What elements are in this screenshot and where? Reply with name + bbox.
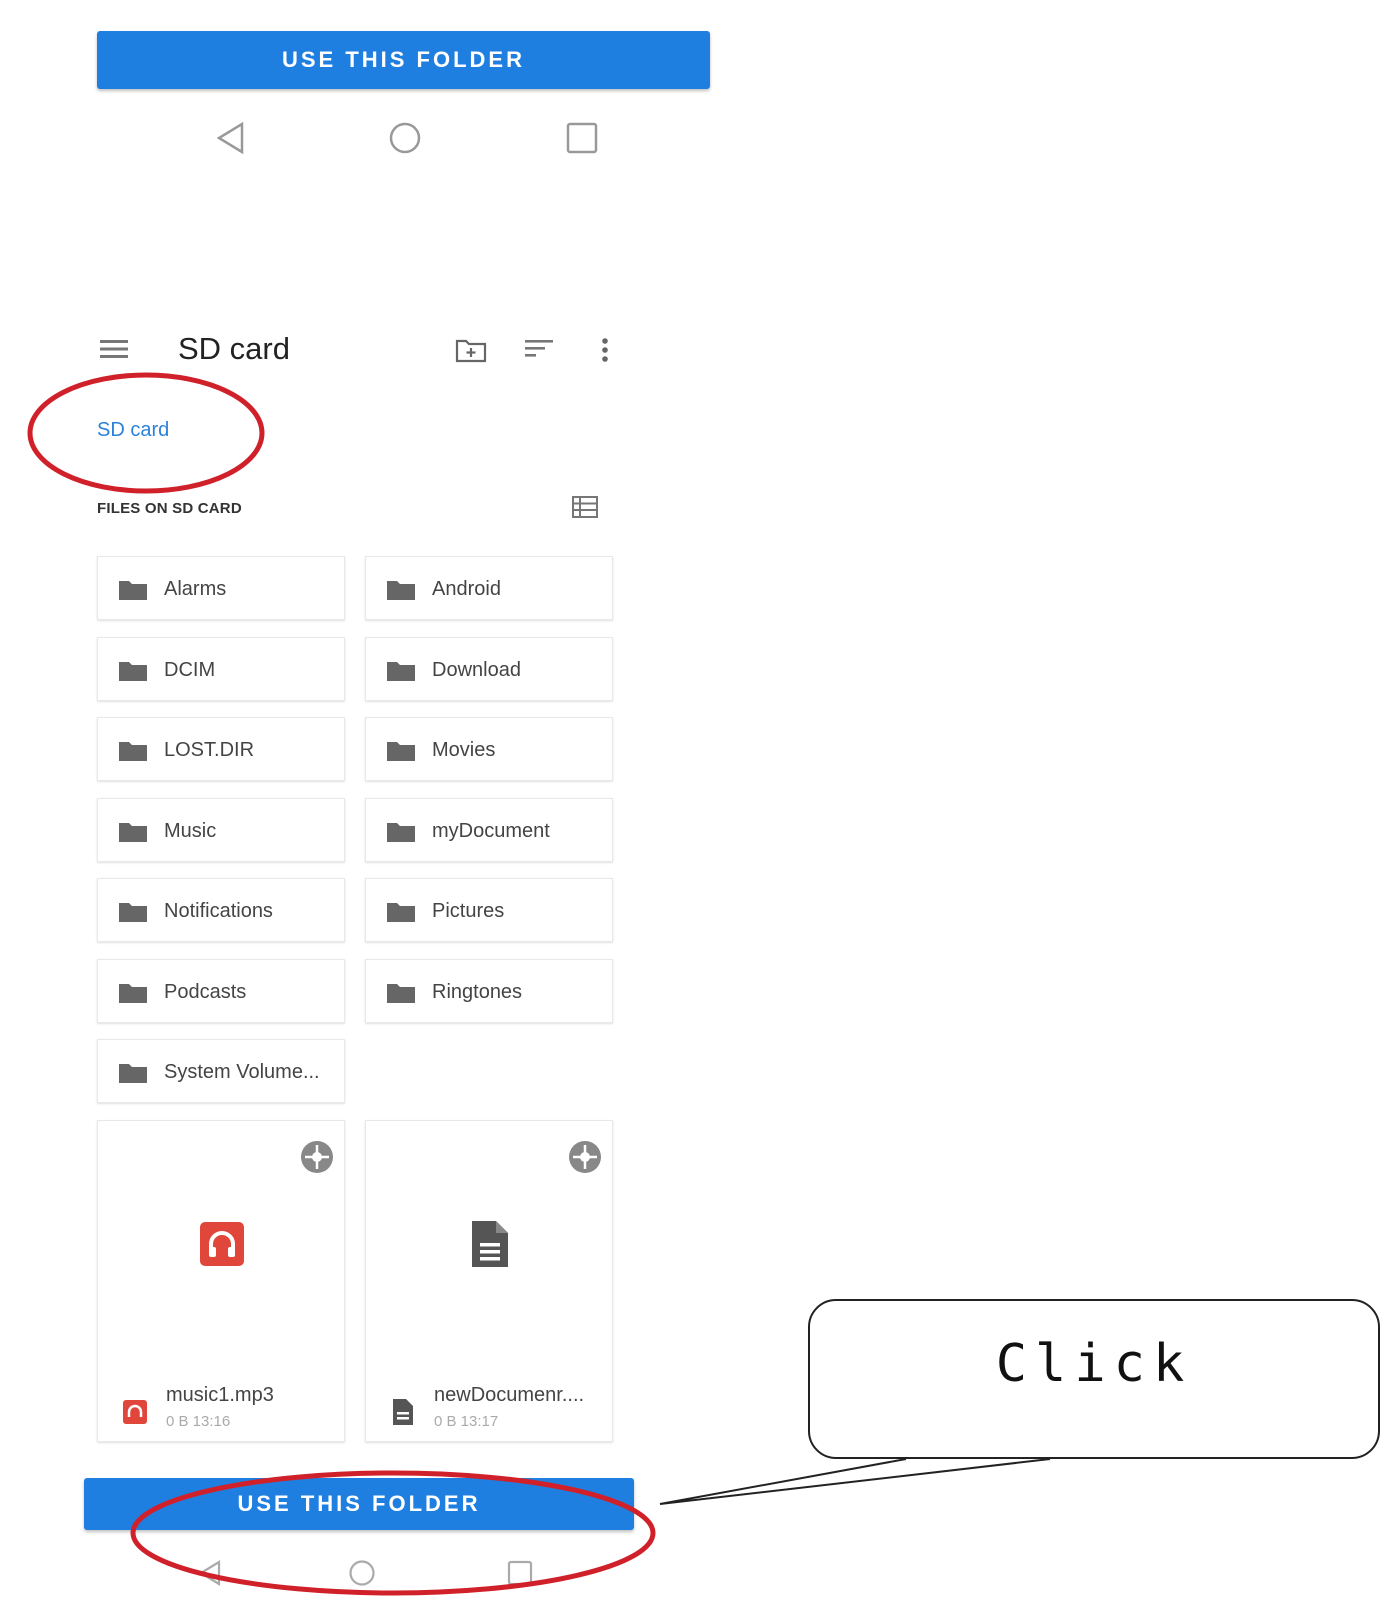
callout-pointer xyxy=(659,1458,1051,1505)
callout-box: Click xyxy=(808,1299,1380,1459)
callout-text: Click xyxy=(995,1334,1193,1394)
highlight-ellipse-button xyxy=(130,1470,656,1596)
highlight-ellipse-breadcrumb xyxy=(27,372,265,494)
